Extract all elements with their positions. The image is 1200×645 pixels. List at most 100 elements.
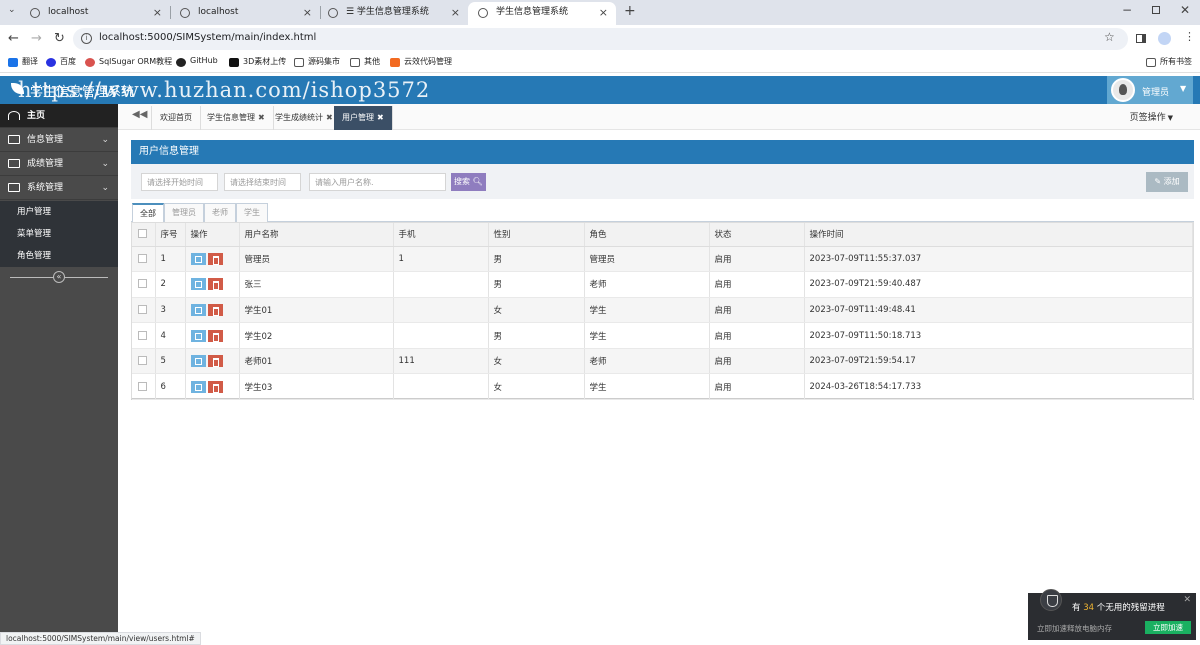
search-toolbar: 请选择开始时间 请选择结束时间 请输入用户名称. 搜索 🔍︎ ✎ 添加 [131, 164, 1194, 199]
bookmark-codeup[interactable]: 云效代码管理 [390, 56, 452, 67]
bookmark-github[interactable]: GitHub [176, 56, 218, 67]
close-icon[interactable]: × [153, 2, 162, 23]
sidebar-item-roles[interactable]: 角色管理 [0, 245, 118, 267]
column-header[interactable]: 序号 [155, 223, 186, 247]
trash-icon[interactable] [207, 380, 223, 393]
row-checkbox[interactable] [138, 381, 147, 391]
sidebar-collapse-toggle[interactable]: « [0, 267, 118, 289]
row-checkbox[interactable] [138, 330, 147, 340]
trash-icon[interactable] [207, 329, 223, 342]
browser-tab-3[interactable]: ☰ 学生信息管理系统 × [318, 2, 468, 25]
sidebar-item-users[interactable]: 用户管理 [0, 201, 118, 223]
sidepanel-icon[interactable] [1136, 34, 1146, 43]
close-icon[interactable]: × [599, 2, 608, 23]
tab-teacher[interactable]: 老师 [204, 203, 236, 222]
site-info-icon[interactable]: i [81, 33, 92, 44]
browser-tab-1[interactable]: localhost × [20, 2, 170, 25]
close-icon[interactable]: × [303, 2, 312, 23]
url-input[interactable]: i localhost:5000/SIMSystem/main/index.ht… [73, 28, 1128, 50]
cell-gender: 女 [488, 373, 585, 401]
row-checkbox[interactable] [138, 279, 147, 289]
tab-student-info[interactable]: 学生信息管理 ✖ [199, 106, 274, 130]
profile-icon[interactable] [1158, 32, 1171, 45]
minimize-icon[interactable]: − [1122, 3, 1132, 17]
picture-icon [8, 159, 20, 168]
close-icon[interactable]: ✖ [377, 113, 384, 122]
tab-search-icon[interactable]: ⌄ [8, 5, 16, 15]
close-icon[interactable]: ✕ [1183, 595, 1191, 605]
row-checkbox[interactable] [138, 356, 147, 366]
menu-icon[interactable]: ⋮ [1184, 30, 1195, 43]
bookmark-3d[interactable]: 3D素材上传 [229, 56, 286, 67]
sidebar-item-info[interactable]: 信息管理 ⌄ [0, 128, 118, 152]
tab-student[interactable]: 学生 [236, 203, 268, 222]
page-tab-bar: ◀◀ 欢迎首页 学生信息管理 ✖ 学生成绩统计 ✖ 用户管理 ✖ 页签操作 ▼ [118, 104, 1200, 130]
close-icon[interactable]: ✖ [258, 113, 265, 122]
bookmark-baidu[interactable]: 百度 [46, 56, 76, 67]
bookmark-sqlsugar[interactable]: SqlSugar ORM教程 [85, 56, 172, 67]
column-header[interactable]: 操作 [185, 223, 240, 247]
forward-icon[interactable]: → [31, 31, 42, 46]
column-header[interactable]: 性别 [488, 223, 585, 247]
username-search-input[interactable]: 请输入用户名称. [309, 173, 446, 191]
trash-icon[interactable] [207, 278, 223, 291]
sidebar-item-menus[interactable]: 菜单管理 [0, 223, 118, 245]
new-tab-icon[interactable]: + [624, 3, 636, 19]
browser-tab-4[interactable]: 学生信息管理系统 × [468, 2, 616, 25]
cell-phone: 1 [393, 246, 489, 273]
tab-welcome[interactable]: 欢迎首页 [151, 106, 201, 130]
cell-phone [393, 297, 489, 324]
edit-icon[interactable] [190, 329, 206, 342]
cell-status: 启用 [709, 297, 805, 324]
bookmark-translate[interactable]: 翻译 [8, 56, 38, 67]
globe-icon [328, 8, 338, 18]
tab-scroll-left-icon[interactable]: ◀◀ [132, 109, 147, 120]
end-time-input[interactable]: 请选择结束时间 [224, 173, 301, 191]
sidebar-item-home[interactable]: 主页 [0, 104, 118, 128]
back-icon[interactable]: ← [8, 31, 19, 46]
tab-all[interactable]: 全部 [132, 203, 164, 223]
tab-user-management[interactable]: 用户管理 ✖ [334, 106, 393, 130]
browser-tab-2[interactable]: localhost × [170, 2, 320, 25]
tab-score-stats[interactable]: 学生成绩统计 ✖ [267, 106, 342, 130]
reload-icon[interactable]: ↻ [54, 31, 65, 46]
edit-icon[interactable] [190, 380, 206, 393]
row-checkbox[interactable] [138, 304, 147, 314]
cell-gender: 男 [488, 246, 585, 273]
sidebar-item-scores[interactable]: 成绩管理 ⌄ [0, 152, 118, 176]
cell-actions [185, 373, 240, 401]
trash-icon[interactable] [207, 303, 223, 316]
close-icon[interactable]: × [451, 2, 460, 23]
start-time-input[interactable]: 请选择开始时间 [141, 173, 218, 191]
add-button[interactable]: ✎ 添加 [1146, 172, 1188, 192]
bookmark-folder-other[interactable]: 其他 [350, 56, 380, 67]
page-ops-dropdown[interactable]: 页签操作 ▼ [1130, 110, 1173, 123]
column-header[interactable]: 手机 [393, 223, 489, 247]
sidebar-item-system[interactable]: 系统管理 ⌄ [0, 176, 118, 200]
search-button[interactable]: 搜索 🔍︎ [451, 173, 486, 191]
column-header[interactable]: 角色 [584, 223, 710, 247]
tab-label: 欢迎首页 [160, 113, 192, 122]
column-header[interactable]: 状态 [709, 223, 805, 247]
row-checkbox[interactable] [138, 253, 147, 263]
cell-name: 张三 [239, 271, 394, 298]
select-all-checkbox[interactable] [138, 229, 147, 239]
panel-title: 用户信息管理 [131, 140, 1194, 164]
column-header[interactable]: 用户名称 [239, 223, 394, 247]
bookmark-all[interactable]: 所有书签 [1146, 56, 1192, 67]
bookmark-folder-yuanma[interactable]: 源码集市 [294, 56, 340, 67]
tab-admin[interactable]: 管理员 [164, 203, 204, 222]
speed-up-button[interactable]: 立即加速 [1145, 621, 1191, 634]
edit-icon[interactable] [190, 303, 206, 316]
star-icon[interactable]: ☆ [1104, 30, 1115, 44]
restore-icon[interactable] [1152, 6, 1160, 14]
column-header[interactable]: 操作时间 [804, 223, 1193, 247]
edit-icon[interactable] [190, 278, 206, 291]
close-icon[interactable]: ✖ [326, 113, 333, 122]
user-menu[interactable]: 管理员 ▼ [1107, 76, 1193, 104]
edit-icon[interactable] [190, 355, 206, 368]
edit-icon[interactable] [190, 252, 206, 265]
close-window-icon[interactable]: ✕ [1180, 3, 1190, 17]
trash-icon[interactable] [207, 355, 223, 368]
trash-icon[interactable] [207, 252, 223, 265]
